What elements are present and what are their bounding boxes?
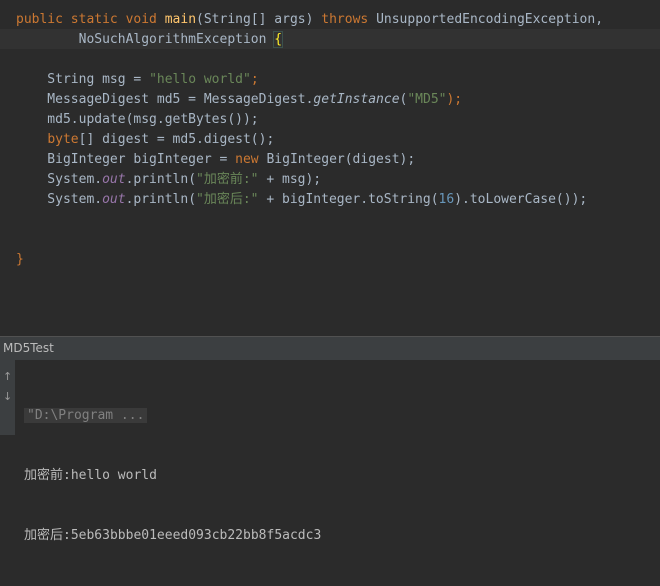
code-line: byte[] digest = md5.digest();	[16, 130, 603, 150]
console-line: 加密后:5eb63bbbe01eeed093cb22bb8f5acdc3	[24, 528, 322, 543]
code-line: BigInteger bigInteger = new BigInteger(d…	[16, 150, 603, 170]
code-token: throws	[321, 12, 377, 27]
code-token: out	[102, 172, 126, 187]
code-line: System.out.println("加密后:" + bigInteger.t…	[16, 190, 603, 210]
code-token: {	[273, 31, 284, 48]
code-line: }	[16, 250, 603, 270]
code-line: MessageDigest md5 = MessageDigest.getIns…	[16, 90, 603, 110]
code-token: }	[16, 252, 24, 267]
code-line: String msg = "hello world";	[16, 70, 603, 90]
arrow-down-icon[interactable]: ↓	[3, 390, 12, 403]
console-line: 加密前:hello world	[24, 468, 157, 483]
code-token: );	[446, 92, 463, 107]
code-line: public static void main(String[] args) t…	[16, 10, 603, 30]
code-token: ;	[250, 72, 259, 87]
code-token: UnsupportedEncodingException,	[376, 12, 604, 27]
run-console-panel: ↑ ↓ "D:\Program ... 加密前:hello world 加密后:…	[0, 360, 660, 543]
code-line: md5.update(msg.getBytes());	[16, 110, 603, 130]
code-token: BigInteger bigInteger =	[16, 152, 236, 167]
arrow-up-icon[interactable]: ↑	[3, 370, 12, 383]
code-token: + bigInteger.toString(	[258, 192, 439, 207]
code-editor[interactable]: public static void main(String[] args) t…	[0, 0, 660, 336]
code-line: NoSuchAlgorithmException {	[16, 30, 603, 50]
code-token: out	[102, 192, 126, 207]
code-token: public static void	[16, 12, 165, 27]
code-token: md5.update(msg.getBytes());	[16, 112, 259, 127]
code-token: "MD5"	[407, 92, 447, 107]
code-token: MessageDigest md5 = MessageDigest.	[16, 92, 314, 107]
code-token: BigInteger(digest);	[266, 152, 416, 167]
code-token: 16	[438, 192, 455, 207]
run-command-line[interactable]: "D:\Program ...	[24, 408, 148, 423]
code-token: "加密后:"	[196, 192, 259, 207]
code-token: [] digest = md5.digest();	[78, 132, 275, 147]
code-token: NoSuchAlgorithmException	[16, 32, 275, 47]
console-output[interactable]: "D:\Program ... 加密前:hello world 加密后:5eb6…	[24, 366, 321, 586]
code-token: String msg =	[16, 72, 150, 87]
code-line: System.out.println("加密前:" + msg);	[16, 170, 603, 190]
run-tab-title[interactable]: MD5Test	[3, 341, 54, 355]
code-token: "hello world"	[149, 72, 251, 87]
code-area[interactable]: public static void main(String[] args) t…	[16, 10, 603, 270]
code-token: .println(	[125, 192, 197, 207]
run-tool-window-header: MD5Test	[0, 336, 660, 360]
code-token: System.	[16, 172, 103, 187]
code-token: System.	[16, 192, 103, 207]
code-token: getInstance	[313, 92, 400, 107]
code-token: main	[164, 12, 197, 27]
code-token: ).toLowerCase());	[454, 192, 588, 207]
code-token: (String[] args)	[196, 12, 322, 27]
code-token: new	[235, 152, 267, 167]
code-token: .println(	[125, 172, 197, 187]
code-token: "加密前:"	[196, 172, 259, 187]
code-token: + msg);	[258, 172, 322, 187]
code-token: byte	[47, 132, 79, 147]
console-gutter: ↑ ↓	[0, 360, 16, 435]
